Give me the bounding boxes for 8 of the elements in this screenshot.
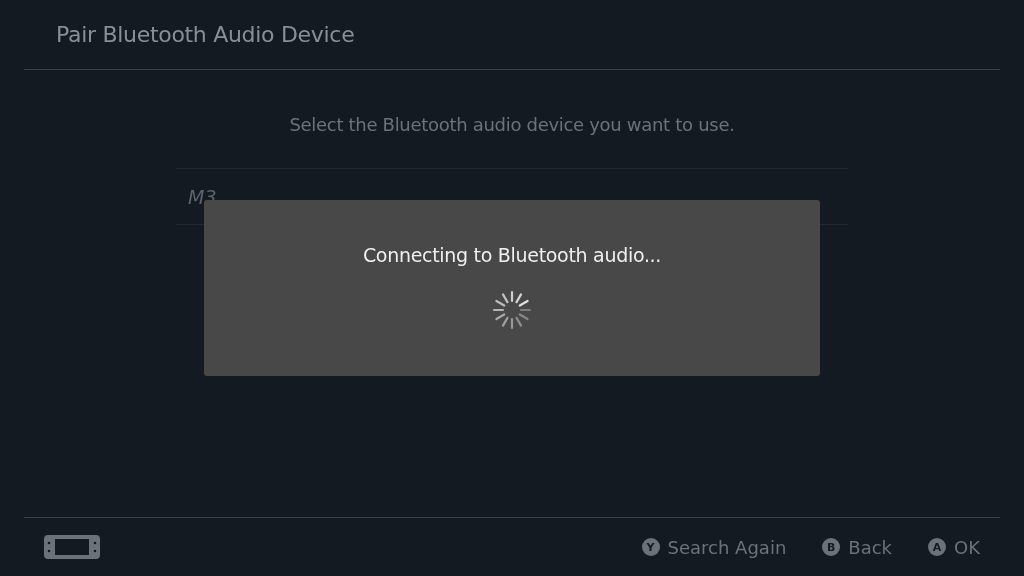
dialog-message: Connecting to Bluetooth audio...: [362, 244, 662, 266]
footer-hint-button[interactable]: Y Search Again: [641, 536, 787, 558]
loading-spinner-icon: [492, 290, 532, 330]
page-title: Pair Bluetooth Audio Device: [56, 22, 355, 47]
footer-hint-button[interactable]: A OK: [928, 536, 980, 558]
handheld-console-icon: [44, 535, 100, 559]
instruction-text: Select the Bluetooth audio device you want to use.: [289, 114, 735, 135]
footer-hint-button[interactable]: B Back: [822, 536, 892, 558]
